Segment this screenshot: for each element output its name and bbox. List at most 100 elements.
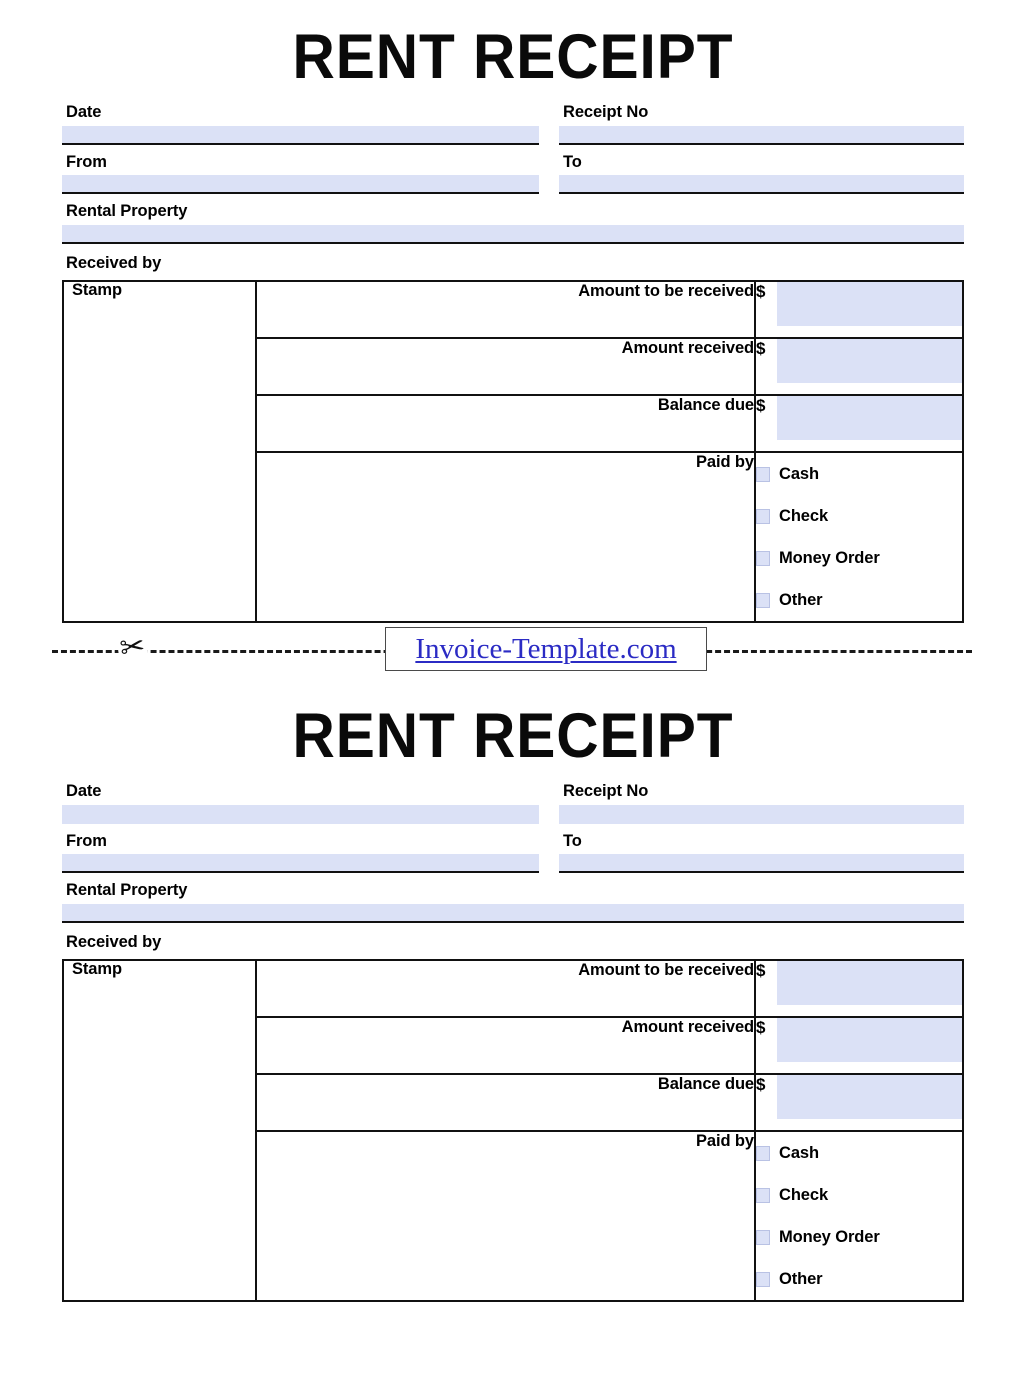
from-field-group: From <box>62 824 539 873</box>
date-field-group: Date <box>62 774 539 824</box>
checkbox-icon[interactable] <box>756 550 770 566</box>
paid-by-option-check[interactable]: Check <box>756 1174 962 1216</box>
currency-symbol: $ <box>754 1016 777 1075</box>
receipt-no-field-group: Receipt No <box>559 95 964 145</box>
paid-by-label: Paid by <box>255 451 756 623</box>
currency-symbol: $ <box>754 280 777 339</box>
paid-by-option-cash[interactable]: Cash <box>756 453 962 495</box>
from-label: From <box>66 152 107 171</box>
from-label: From <box>66 831 107 850</box>
paid-by-option-label: Other <box>779 590 823 609</box>
document-page: RENT RECEIPT Date Receipt No From To Ren… <box>0 0 1024 1391</box>
date-receiptno-row: Date Receipt No <box>62 95 964 145</box>
watermark-link[interactable]: Invoice-Template.com <box>415 634 676 664</box>
checkbox-icon[interactable] <box>756 1145 770 1161</box>
currency-symbol: $ <box>754 959 777 1018</box>
stamp-label: Stamp <box>72 960 122 978</box>
receipt-no-input[interactable] <box>559 125 964 145</box>
balance-due-label: Balance due <box>255 1073 756 1132</box>
stamp-cell[interactable]: Stamp <box>62 959 257 1302</box>
paid-by-option-label: Money Order <box>779 1227 880 1246</box>
rental-property-label: Rental Property <box>66 202 188 220</box>
amount-received-label: Amount received <box>255 337 756 396</box>
from-input[interactable] <box>62 175 539 194</box>
amount-received-value <box>777 339 962 383</box>
watermark-box: Invoice-Template.com <box>385 627 707 671</box>
to-input[interactable] <box>559 854 964 873</box>
page-title: RENT RECEIPT <box>292 701 734 771</box>
paid-by-option-cash[interactable]: Cash <box>756 1132 962 1174</box>
amount-to-be-received-input[interactable] <box>777 959 964 1018</box>
rental-property-row: Rental Property <box>62 873 964 923</box>
from-field-group: From <box>62 145 539 194</box>
paid-by-option-label: Money Order <box>779 548 880 567</box>
paid-by-option-label: Check <box>779 1185 829 1204</box>
to-label: To <box>563 831 582 850</box>
receipt-no-label: Receipt No <box>563 782 649 800</box>
rental-property-row: Rental Property <box>62 194 964 244</box>
to-label: To <box>563 152 582 171</box>
date-field-group: Date <box>62 95 539 145</box>
amount-received-label: Amount received <box>255 1016 756 1075</box>
table-row: Stamp Amount to be received $ <box>62 280 964 623</box>
received-by-label: Received by <box>66 932 162 951</box>
paid-by-option-label: Check <box>779 506 829 525</box>
stamp-cell[interactable]: Stamp <box>62 280 257 623</box>
balance-due-input[interactable] <box>777 1073 964 1132</box>
amount-received-input[interactable] <box>777 1016 964 1075</box>
paid-by-option-label: Cash <box>779 1143 819 1162</box>
from-input[interactable] <box>62 854 539 873</box>
to-input[interactable] <box>559 175 964 194</box>
paid-by-label: Paid by <box>255 1130 756 1302</box>
amount-to-be-received-value <box>777 961 962 1005</box>
paid-by-option-other[interactable]: Other <box>756 579 962 621</box>
receipt-amounts-table: Stamp Amount to be received $ Amount rec… <box>62 959 964 1302</box>
rental-property-input[interactable] <box>62 903 964 923</box>
table-row: Stamp Amount to be received $ <box>62 959 964 1302</box>
page-title: RENT RECEIPT <box>292 22 734 92</box>
date-receiptno-row: Date Receipt No <box>62 774 964 824</box>
to-field-group: To <box>559 145 964 194</box>
paid-by-options: Cash Check Money Order Other <box>754 1130 964 1302</box>
rental-property-field-group: Rental Property <box>62 194 964 244</box>
currency-symbol: $ <box>754 1073 777 1132</box>
currency-symbol: $ <box>754 394 777 453</box>
paid-by-option-check[interactable]: Check <box>756 495 962 537</box>
amount-received-input[interactable] <box>777 337 964 396</box>
currency-symbol: $ <box>754 337 777 396</box>
cut-separator: ✂ Invoice-Template.com <box>0 623 1024 679</box>
checkbox-icon[interactable] <box>756 1229 770 1245</box>
receipt-amounts-table: Stamp Amount to be received $ Amount rec… <box>62 280 964 623</box>
paid-by-options: Cash Check Money Order Other <box>754 451 964 623</box>
receipt-copy-2: RENT RECEIPT Date Receipt No From To Ren… <box>0 679 1024 1302</box>
amount-received-value <box>777 1018 962 1062</box>
balance-due-label: Balance due <box>255 394 756 453</box>
paid-by-option-label: Cash <box>779 464 819 483</box>
date-label: Date <box>66 782 102 800</box>
scissors-icon: ✂ <box>116 629 150 666</box>
from-to-row: From To <box>62 824 964 873</box>
checkbox-icon[interactable] <box>756 508 770 524</box>
receipt-copy-1: RENT RECEIPT Date Receipt No From To Ren… <box>0 0 1024 623</box>
date-label: Date <box>66 103 102 121</box>
checkbox-icon[interactable] <box>756 1271 770 1287</box>
rental-property-input[interactable] <box>62 224 964 244</box>
balance-due-value <box>777 396 962 440</box>
date-input[interactable] <box>62 125 539 145</box>
balance-due-input[interactable] <box>777 394 964 453</box>
amount-to-be-received-input[interactable] <box>777 280 964 339</box>
paid-by-option-other[interactable]: Other <box>756 1258 962 1300</box>
amount-to-be-received-label: Amount to be received <box>255 959 756 1018</box>
receipt-no-field-group: Receipt No <box>559 774 964 824</box>
rental-property-field-group: Rental Property <box>62 873 964 923</box>
paid-by-option-label: Other <box>779 1269 823 1288</box>
checkbox-icon[interactable] <box>756 1187 770 1203</box>
to-field-group: To <box>559 824 964 873</box>
from-to-row: From To <box>62 145 964 194</box>
date-input[interactable] <box>62 804 539 824</box>
paid-by-option-money-order[interactable]: Money Order <box>756 1216 962 1258</box>
receipt-no-input[interactable] <box>559 804 964 824</box>
paid-by-option-money-order[interactable]: Money Order <box>756 537 962 579</box>
checkbox-icon[interactable] <box>756 466 770 482</box>
checkbox-icon[interactable] <box>756 592 770 608</box>
